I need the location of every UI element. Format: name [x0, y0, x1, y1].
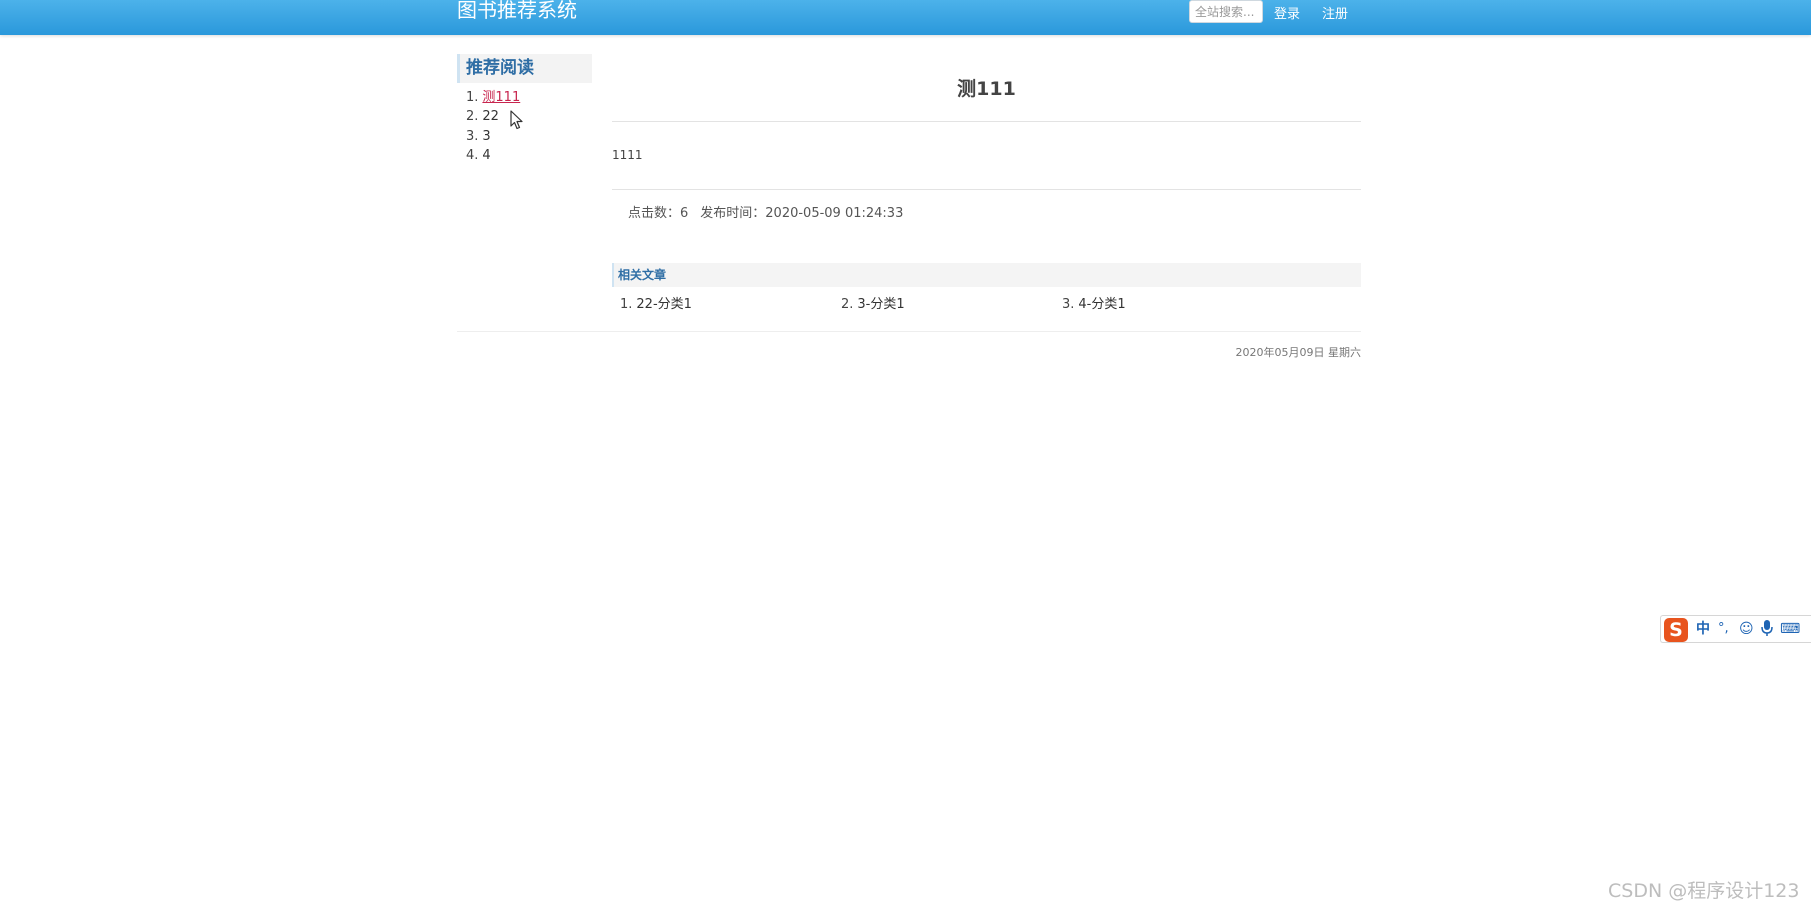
- list-item-number: 3.: [1062, 297, 1075, 312]
- related-article-link[interactable]: 4-分类1: [1078, 297, 1125, 312]
- sidebar-title: 推荐阅读: [457, 54, 592, 83]
- top-navbar: 图书推荐系统 登录 注册: [0, 0, 1811, 35]
- microphone-icon[interactable]: [1760, 619, 1774, 643]
- related-article-link[interactable]: 3-分类1: [857, 297, 904, 312]
- list-item: 1. 测111: [466, 88, 520, 107]
- related-article-link[interactable]: 22-分类1: [636, 297, 692, 312]
- brand-logo[interactable]: 图书推荐系统: [457, 0, 577, 21]
- list-item: 4. 4: [466, 146, 520, 165]
- divider: [612, 189, 1361, 190]
- sogou-logo-icon[interactable]: S: [1664, 618, 1688, 642]
- publish-time: 发布时间：2020-05-09 01:24:33: [700, 206, 904, 221]
- emoji-icon[interactable]: ☺: [1739, 619, 1754, 639]
- watermark: CSDN @程序设计123: [1608, 880, 1800, 902]
- list-item-number: 2.: [841, 297, 854, 312]
- list-item-number: 2.: [466, 109, 479, 125]
- keyboard-icon[interactable]: ⌨: [1780, 619, 1800, 639]
- footer-divider: [457, 331, 1361, 332]
- ime-toolbar: S 中 °, ☺ ⌨: [1660, 615, 1811, 643]
- login-link[interactable]: 登录: [1274, 3, 1300, 22]
- list-item-number: 1.: [466, 90, 479, 105]
- list-item: 3. 4-分类1: [1062, 293, 1126, 312]
- article-body: 1111: [612, 148, 643, 162]
- list-item: 1. 22-分类1: [620, 293, 692, 312]
- search-input[interactable]: [1189, 0, 1263, 23]
- punctuation-icon[interactable]: °,: [1718, 619, 1729, 639]
- list-item-number: 3.: [466, 128, 479, 144]
- click-count: 点击数：6: [628, 206, 689, 221]
- sidebar-item-link[interactable]: 3: [482, 129, 490, 144]
- mouse-cursor-icon: [510, 110, 523, 130]
- related-articles-title: 相关文章: [612, 263, 1361, 287]
- ime-chinese-mode-button[interactable]: 中: [1696, 619, 1710, 639]
- register-link[interactable]: 注册: [1322, 3, 1348, 22]
- sidebar-item-link[interactable]: 测111: [482, 90, 520, 105]
- sidebar-item-link[interactable]: 4: [482, 148, 490, 163]
- article-meta: 点击数：6 发布时间：2020-05-09 01:24:33: [628, 202, 915, 221]
- list-item: 2. 3-分类1: [841, 293, 905, 312]
- footer-date: 2020年05月09日 星期六: [1235, 346, 1362, 359]
- divider: [612, 121, 1361, 122]
- article-title: 测111: [957, 78, 1016, 100]
- list-item-number: 1.: [620, 297, 633, 312]
- list-item-number: 4.: [466, 147, 479, 163]
- sidebar-item-link[interactable]: 22: [482, 109, 499, 124]
